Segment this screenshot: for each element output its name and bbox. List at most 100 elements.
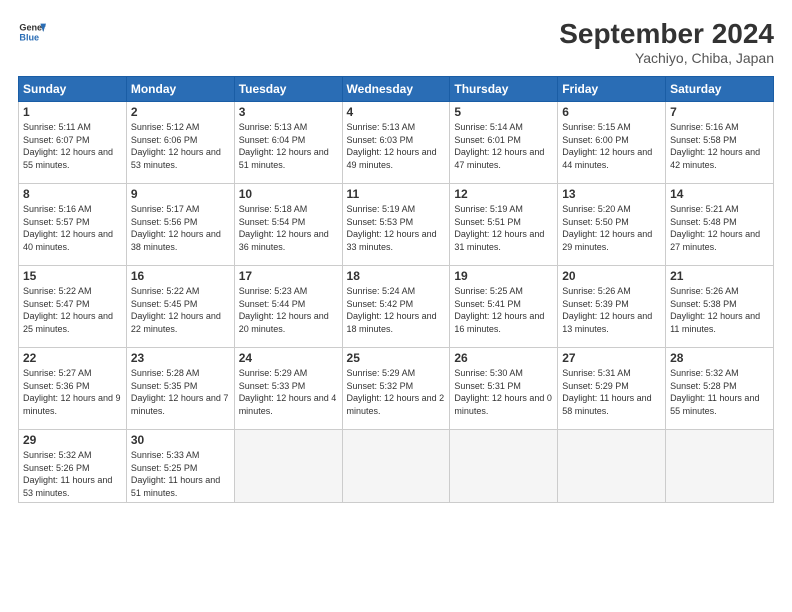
day-number: 13 [562, 187, 661, 201]
day-info: Sunrise: 5:25 AM Sunset: 5:41 PM Dayligh… [454, 285, 553, 335]
calendar-cell: 28 Sunrise: 5:32 AM Sunset: 5:28 PM Dayl… [666, 348, 774, 430]
day-number: 22 [23, 351, 122, 365]
page: General Blue September 2024 Yachiyo, Chi… [0, 0, 792, 612]
day-number: 12 [454, 187, 553, 201]
day-info: Sunrise: 5:22 AM Sunset: 5:47 PM Dayligh… [23, 285, 122, 335]
day-number: 3 [239, 105, 338, 119]
day-number: 30 [131, 433, 230, 447]
calendar-cell: 24 Sunrise: 5:29 AM Sunset: 5:33 PM Dayl… [234, 348, 342, 430]
calendar-cell: 10 Sunrise: 5:18 AM Sunset: 5:54 PM Dayl… [234, 184, 342, 266]
day-number: 21 [670, 269, 769, 283]
calendar-row: 22 Sunrise: 5:27 AM Sunset: 5:36 PM Dayl… [19, 348, 774, 430]
calendar-cell: 27 Sunrise: 5:31 AM Sunset: 5:29 PM Dayl… [558, 348, 666, 430]
day-number: 16 [131, 269, 230, 283]
day-info: Sunrise: 5:22 AM Sunset: 5:45 PM Dayligh… [131, 285, 230, 335]
day-info: Sunrise: 5:24 AM Sunset: 5:42 PM Dayligh… [347, 285, 446, 335]
calendar-cell: 15 Sunrise: 5:22 AM Sunset: 5:47 PM Dayl… [19, 266, 127, 348]
calendar-cell: 11 Sunrise: 5:19 AM Sunset: 5:53 PM Dayl… [342, 184, 450, 266]
day-info: Sunrise: 5:27 AM Sunset: 5:36 PM Dayligh… [23, 367, 122, 417]
day-info: Sunrise: 5:31 AM Sunset: 5:29 PM Dayligh… [562, 367, 661, 417]
day-number: 28 [670, 351, 769, 365]
header-thursday: Thursday [450, 77, 558, 102]
month-title: September 2024 [559, 18, 774, 50]
calendar-cell: 13 Sunrise: 5:20 AM Sunset: 5:50 PM Dayl… [558, 184, 666, 266]
calendar-cell: 23 Sunrise: 5:28 AM Sunset: 5:35 PM Dayl… [126, 348, 234, 430]
calendar-cell: 18 Sunrise: 5:24 AM Sunset: 5:42 PM Dayl… [342, 266, 450, 348]
day-number: 7 [670, 105, 769, 119]
day-number: 6 [562, 105, 661, 119]
day-number: 14 [670, 187, 769, 201]
day-info: Sunrise: 5:17 AM Sunset: 5:56 PM Dayligh… [131, 203, 230, 253]
calendar-cell: 30 Sunrise: 5:33 AM Sunset: 5:25 PM Dayl… [126, 430, 234, 503]
calendar-row: 15 Sunrise: 5:22 AM Sunset: 5:47 PM Dayl… [19, 266, 774, 348]
calendar-cell: 1 Sunrise: 5:11 AM Sunset: 6:07 PM Dayli… [19, 102, 127, 184]
logo: General Blue [18, 18, 46, 46]
header: General Blue September 2024 Yachiyo, Chi… [18, 18, 774, 66]
day-info: Sunrise: 5:29 AM Sunset: 5:33 PM Dayligh… [239, 367, 338, 417]
calendar-body: 1 Sunrise: 5:11 AM Sunset: 6:07 PM Dayli… [19, 102, 774, 503]
day-number: 15 [23, 269, 122, 283]
day-number: 26 [454, 351, 553, 365]
calendar-cell: 26 Sunrise: 5:30 AM Sunset: 5:31 PM Dayl… [450, 348, 558, 430]
day-info: Sunrise: 5:19 AM Sunset: 5:51 PM Dayligh… [454, 203, 553, 253]
day-info: Sunrise: 5:12 AM Sunset: 6:06 PM Dayligh… [131, 121, 230, 171]
day-number: 9 [131, 187, 230, 201]
logo-icon: General Blue [18, 18, 46, 46]
day-info: Sunrise: 5:32 AM Sunset: 5:28 PM Dayligh… [670, 367, 769, 417]
calendar-cell: 3 Sunrise: 5:13 AM Sunset: 6:04 PM Dayli… [234, 102, 342, 184]
day-number: 18 [347, 269, 446, 283]
day-info: Sunrise: 5:33 AM Sunset: 5:25 PM Dayligh… [131, 449, 230, 499]
day-info: Sunrise: 5:11 AM Sunset: 6:07 PM Dayligh… [23, 121, 122, 171]
day-number: 8 [23, 187, 122, 201]
day-number: 5 [454, 105, 553, 119]
day-info: Sunrise: 5:13 AM Sunset: 6:04 PM Dayligh… [239, 121, 338, 171]
day-number: 20 [562, 269, 661, 283]
header-tuesday: Tuesday [234, 77, 342, 102]
day-info: Sunrise: 5:16 AM Sunset: 5:58 PM Dayligh… [670, 121, 769, 171]
day-number: 11 [347, 187, 446, 201]
day-info: Sunrise: 5:16 AM Sunset: 5:57 PM Dayligh… [23, 203, 122, 253]
day-number: 29 [23, 433, 122, 447]
calendar-cell [342, 430, 450, 503]
day-info: Sunrise: 5:29 AM Sunset: 5:32 PM Dayligh… [347, 367, 446, 417]
header-friday: Friday [558, 77, 666, 102]
header-sunday: Sunday [19, 77, 127, 102]
calendar-cell: 19 Sunrise: 5:25 AM Sunset: 5:41 PM Dayl… [450, 266, 558, 348]
calendar-cell: 25 Sunrise: 5:29 AM Sunset: 5:32 PM Dayl… [342, 348, 450, 430]
day-info: Sunrise: 5:18 AM Sunset: 5:54 PM Dayligh… [239, 203, 338, 253]
day-number: 1 [23, 105, 122, 119]
calendar-cell: 22 Sunrise: 5:27 AM Sunset: 5:36 PM Dayl… [19, 348, 127, 430]
day-info: Sunrise: 5:30 AM Sunset: 5:31 PM Dayligh… [454, 367, 553, 417]
calendar-cell: 8 Sunrise: 5:16 AM Sunset: 5:57 PM Dayli… [19, 184, 127, 266]
day-number: 2 [131, 105, 230, 119]
calendar-cell: 14 Sunrise: 5:21 AM Sunset: 5:48 PM Dayl… [666, 184, 774, 266]
day-number: 10 [239, 187, 338, 201]
calendar-cell: 2 Sunrise: 5:12 AM Sunset: 6:06 PM Dayli… [126, 102, 234, 184]
day-info: Sunrise: 5:15 AM Sunset: 6:00 PM Dayligh… [562, 121, 661, 171]
calendar-cell: 21 Sunrise: 5:26 AM Sunset: 5:38 PM Dayl… [666, 266, 774, 348]
calendar-cell: 17 Sunrise: 5:23 AM Sunset: 5:44 PM Dayl… [234, 266, 342, 348]
calendar-cell [234, 430, 342, 503]
day-info: Sunrise: 5:23 AM Sunset: 5:44 PM Dayligh… [239, 285, 338, 335]
day-info: Sunrise: 5:20 AM Sunset: 5:50 PM Dayligh… [562, 203, 661, 253]
day-info: Sunrise: 5:21 AM Sunset: 5:48 PM Dayligh… [670, 203, 769, 253]
calendar-row: 8 Sunrise: 5:16 AM Sunset: 5:57 PM Dayli… [19, 184, 774, 266]
svg-text:Blue: Blue [19, 32, 39, 42]
day-number: 27 [562, 351, 661, 365]
calendar-row: 29 Sunrise: 5:32 AM Sunset: 5:26 PM Dayl… [19, 430, 774, 503]
calendar-cell: 9 Sunrise: 5:17 AM Sunset: 5:56 PM Dayli… [126, 184, 234, 266]
header-monday: Monday [126, 77, 234, 102]
day-number: 23 [131, 351, 230, 365]
calendar-cell [558, 430, 666, 503]
day-info: Sunrise: 5:19 AM Sunset: 5:53 PM Dayligh… [347, 203, 446, 253]
header-wednesday: Wednesday [342, 77, 450, 102]
day-number: 4 [347, 105, 446, 119]
calendar-cell: 5 Sunrise: 5:14 AM Sunset: 6:01 PM Dayli… [450, 102, 558, 184]
calendar-cell: 29 Sunrise: 5:32 AM Sunset: 5:26 PM Dayl… [19, 430, 127, 503]
day-number: 19 [454, 269, 553, 283]
day-number: 25 [347, 351, 446, 365]
day-info: Sunrise: 5:28 AM Sunset: 5:35 PM Dayligh… [131, 367, 230, 417]
header-saturday: Saturday [666, 77, 774, 102]
calendar-cell: 4 Sunrise: 5:13 AM Sunset: 6:03 PM Dayli… [342, 102, 450, 184]
calendar-cell: 16 Sunrise: 5:22 AM Sunset: 5:45 PM Dayl… [126, 266, 234, 348]
